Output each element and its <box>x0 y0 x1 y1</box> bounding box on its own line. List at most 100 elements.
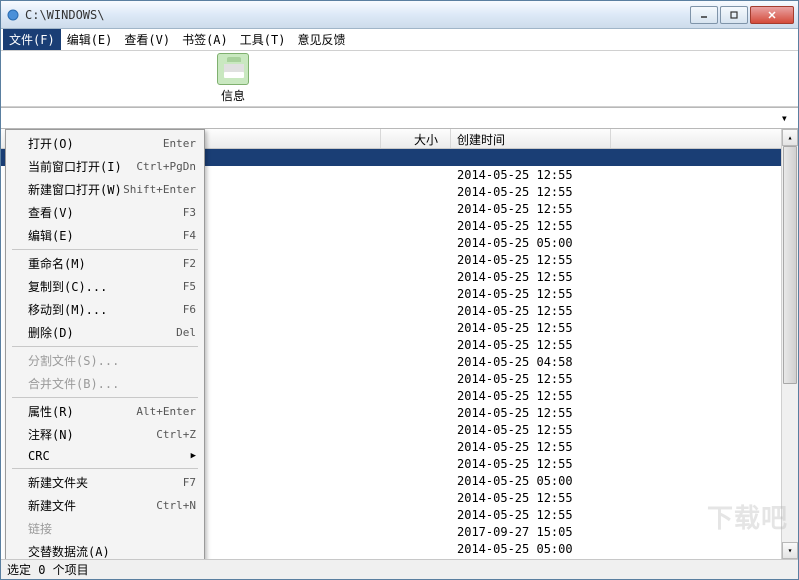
menu-item-9[interactable]: 删除(D)Del <box>8 321 202 344</box>
menu-item-11: 分割文件(S)... <box>8 349 202 372</box>
menu-item-4[interactable]: 编辑(E)F4 <box>8 224 202 247</box>
menu-1[interactable]: 编辑(E) <box>61 29 119 50</box>
menu-item-6[interactable]: 重命名(M)F2 <box>8 252 202 275</box>
menu-item-19[interactable]: 新建文件Ctrl+N <box>8 494 202 517</box>
cell-created: 2014-05-25 05:00 <box>451 542 611 556</box>
menu-item-label: 新建窗口打开(W) <box>28 181 123 198</box>
cell-created: 2014-05-25 12:55 <box>451 372 611 386</box>
cell-created: 2014-05-25 04:58 <box>451 355 611 369</box>
menu-item-shortcut: Ctrl+N <box>156 499 196 512</box>
menu-item-label: 删除(D) <box>28 324 176 341</box>
menu-item-shortcut: Ctrl+PgDn <box>136 160 196 173</box>
cell-created: 2014-05-25 12:55 <box>451 321 611 335</box>
col-created[interactable]: 创建时间 <box>451 129 611 148</box>
cell-created: 2014-05-25 12:55 <box>451 508 611 522</box>
statusbar: 选定 0 个项目 <box>1 559 798 579</box>
cell-created: 2014-05-25 12:55 <box>451 168 611 182</box>
menu-item-label: 移动到(M)... <box>28 301 183 318</box>
path-bar[interactable]: ▾ <box>1 107 798 129</box>
col-size[interactable]: 大小 <box>381 129 451 148</box>
menu-item-shortcut: F2 <box>183 257 196 270</box>
file-list-area: 大小 创建时间 2014-05-25 12:55 2014-05-25 12:55… <box>1 129 798 559</box>
menu-item-label: 当前窗口打开(I) <box>28 158 136 175</box>
menu-item-label: 新建文件 <box>28 497 156 514</box>
menu-item-2[interactable]: 新建窗口打开(W)Shift+Enter <box>8 178 202 201</box>
cell-created: 2014-05-25 12:55 <box>451 304 611 318</box>
cell-created: 2014-05-25 05:00 <box>451 236 611 250</box>
path-dropdown-arrow[interactable]: ▾ <box>775 111 794 125</box>
menu-0[interactable]: 文件(F) <box>3 29 61 50</box>
menu-item-label: 合并文件(B)... <box>28 375 196 392</box>
vertical-scrollbar[interactable]: ▴ ▾ <box>781 129 798 559</box>
info-button[interactable]: 信息 <box>209 53 257 104</box>
cell-created: 2014-05-25 12:55 <box>451 185 611 199</box>
cell-created: 2014-05-25 12:55 <box>451 457 611 471</box>
scroll-up-button[interactable]: ▴ <box>782 129 798 146</box>
menu-item-label: 复制到(C)... <box>28 278 183 295</box>
menu-item-shortcut: F6 <box>183 303 196 316</box>
menu-item-21[interactable]: 交替数据流(A) <box>8 540 202 559</box>
menu-item-label: 交替数据流(A) <box>28 543 196 559</box>
cell-created: 2014-05-25 12:55 <box>451 440 611 454</box>
menu-item-shortcut: F3 <box>183 206 196 219</box>
submenu-arrow-icon: ▶ <box>191 451 196 461</box>
menu-item-8[interactable]: 移动到(M)...F6 <box>8 298 202 321</box>
menu-item-label: 新建文件夹 <box>28 474 183 491</box>
menu-item-15[interactable]: 注释(N)Ctrl+Z <box>8 423 202 446</box>
cell-created: 2017-09-27 15:05 <box>451 525 611 539</box>
toolbar: 信息 <box>1 51 798 107</box>
menu-item-label: 打开(O) <box>28 135 163 152</box>
menu-item-16[interactable]: CRC▶ <box>8 446 202 466</box>
titlebar: C:\WINDOWS\ <box>1 1 798 29</box>
menubar: 文件(F)编辑(E)查看(V)书签(A)工具(T)意见反馈 <box>1 29 798 51</box>
menu-item-label: 属性(R) <box>28 403 136 420</box>
cell-created: 2014-05-25 12:55 <box>451 406 611 420</box>
menu-item-label: 编辑(E) <box>28 227 183 244</box>
menu-item-label: 注释(N) <box>28 426 156 443</box>
menu-item-7[interactable]: 复制到(C)...F5 <box>8 275 202 298</box>
window-title: C:\WINDOWS\ <box>25 8 690 22</box>
menu-item-label: 链接 <box>28 520 196 537</box>
menu-item-20: 链接 <box>8 517 202 540</box>
scroll-down-button[interactable]: ▾ <box>782 542 798 559</box>
app-icon <box>5 7 21 23</box>
cell-created: 2014-05-25 12:55 <box>451 219 611 233</box>
menu-item-14[interactable]: 属性(R)Alt+Enter <box>8 400 202 423</box>
menu-item-shortcut: F4 <box>183 229 196 242</box>
window-controls <box>690 6 794 24</box>
menu-5[interactable]: 意见反馈 <box>291 29 351 50</box>
clipboard-icon <box>217 53 249 85</box>
cell-created: 2014-05-25 12:55 <box>451 338 611 352</box>
menu-4[interactable]: 工具(T) <box>234 29 292 50</box>
menu-item-shortcut: F7 <box>183 476 196 489</box>
cell-created: 2014-05-25 12:55 <box>451 423 611 437</box>
scroll-thumb[interactable] <box>783 146 797 384</box>
menu-item-shortcut: F5 <box>183 280 196 293</box>
menu-2[interactable]: 查看(V) <box>118 29 176 50</box>
menu-item-shortcut: Del <box>176 326 196 339</box>
menu-3[interactable]: 书签(A) <box>176 29 234 50</box>
cell-created: 2014-05-25 12:55 <box>451 389 611 403</box>
menu-item-12: 合并文件(B)... <box>8 372 202 395</box>
menu-item-label: CRC <box>28 449 196 463</box>
minimize-button[interactable] <box>690 6 718 24</box>
cell-created: 2014-05-25 05:00 <box>451 474 611 488</box>
menu-item-label: 重命名(M) <box>28 255 183 272</box>
menu-item-3[interactable]: 查看(V)F3 <box>8 201 202 224</box>
file-menu-dropdown: 打开(O)Enter当前窗口打开(I)Ctrl+PgDn新建窗口打开(W)Shi… <box>5 129 205 559</box>
menu-item-0[interactable]: 打开(O)Enter <box>8 132 202 155</box>
maximize-button[interactable] <box>720 6 748 24</box>
menu-item-1[interactable]: 当前窗口打开(I)Ctrl+PgDn <box>8 155 202 178</box>
cell-created: 2014-05-25 12:55 <box>451 491 611 505</box>
scroll-track[interactable] <box>782 146 798 542</box>
cell-created: 2014-05-25 12:55 <box>451 270 611 284</box>
cell-created: 2014-05-25 12:55 <box>451 253 611 267</box>
menu-item-18[interactable]: 新建文件夹F7 <box>8 471 202 494</box>
close-button[interactable] <box>750 6 794 24</box>
cell-created: 2014-05-25 12:55 <box>451 202 611 216</box>
menu-item-shortcut: Ctrl+Z <box>156 428 196 441</box>
menu-item-label: 分割文件(S)... <box>28 352 196 369</box>
menu-item-shortcut: Enter <box>163 137 196 150</box>
cell-created: 2014-05-25 12:55 <box>451 287 611 301</box>
menu-separator <box>12 249 198 250</box>
